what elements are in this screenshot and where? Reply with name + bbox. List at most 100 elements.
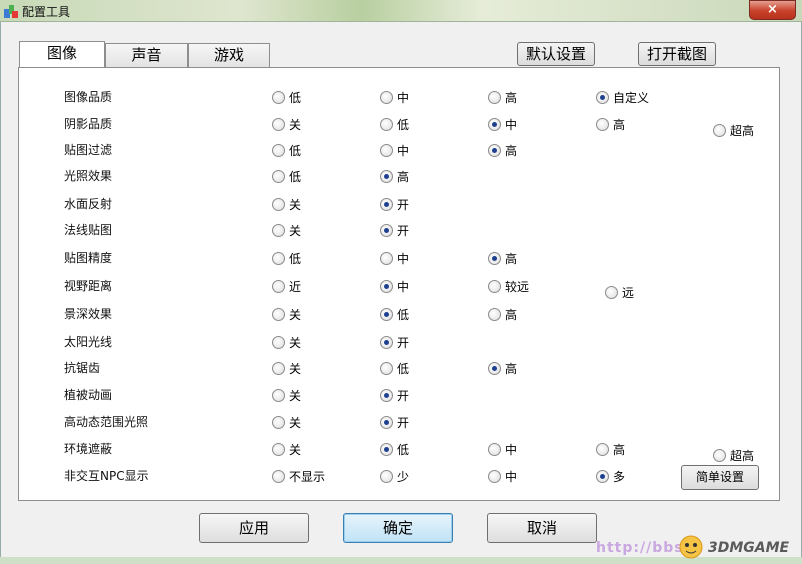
radio-option[interactable]: 高 <box>596 116 625 133</box>
radio-option[interactable]: 近 <box>272 278 301 295</box>
radio-checked-icon[interactable] <box>380 170 393 183</box>
radio-option[interactable]: 关 <box>272 414 301 431</box>
radio-option[interactable]: 中 <box>488 441 517 458</box>
tab-image[interactable]: 图像 <box>19 41 105 67</box>
radio-checked-icon[interactable] <box>380 224 393 237</box>
radio-option[interactable]: 自定义 <box>596 89 649 106</box>
radio-option[interactable]: 高 <box>488 89 517 106</box>
radio-option[interactable]: 关 <box>272 116 301 133</box>
open-screenshot-button[interactable]: 打开截图 <box>638 42 716 66</box>
radio-option[interactable]: 低 <box>272 250 301 267</box>
radio-checked-icon[interactable] <box>380 336 393 349</box>
radio-unchecked-icon[interactable] <box>272 416 285 429</box>
radio-option[interactable]: 低 <box>272 168 301 185</box>
radio-unchecked-icon[interactable] <box>272 170 285 183</box>
radio-option[interactable]: 中 <box>380 250 409 267</box>
radio-option[interactable]: 关 <box>272 360 301 377</box>
apply-button[interactable]: 应用 <box>199 513 309 543</box>
tab-game[interactable]: 游戏 <box>188 43 270 67</box>
radio-unchecked-icon[interactable] <box>380 118 393 131</box>
radio-option[interactable]: 开 <box>380 387 409 404</box>
radio-checked-icon[interactable] <box>380 280 393 293</box>
radio-option[interactable]: 中 <box>380 142 409 159</box>
radio-option[interactable]: 高 <box>488 306 517 323</box>
simple-settings-button[interactable]: 简单设置 <box>681 465 759 490</box>
radio-checked-icon[interactable] <box>596 91 609 104</box>
radio-option[interactable]: 中 <box>488 116 517 133</box>
radio-unchecked-icon[interactable] <box>488 470 501 483</box>
close-button[interactable]: × <box>749 0 796 20</box>
radio-option[interactable]: 开 <box>380 196 409 213</box>
radio-option[interactable]: 开 <box>380 334 409 351</box>
radio-option[interactable]: 不显示 <box>272 468 325 485</box>
radio-option[interactable]: 开 <box>380 414 409 431</box>
radio-option[interactable]: 低 <box>380 116 409 133</box>
radio-unchecked-icon[interactable] <box>713 124 726 137</box>
radio-option[interactable]: 高 <box>488 360 517 377</box>
radio-option[interactable]: 高 <box>380 168 409 185</box>
radio-unchecked-icon[interactable] <box>488 280 501 293</box>
radio-option[interactable]: 多 <box>596 468 625 485</box>
radio-option[interactable]: 关 <box>272 441 301 458</box>
radio-checked-icon[interactable] <box>380 198 393 211</box>
radio-option[interactable]: 中 <box>380 278 409 295</box>
radio-option[interactable]: 远 <box>605 284 634 301</box>
default-settings-button[interactable]: 默认设置 <box>517 42 595 66</box>
radio-option[interactable]: 超高 <box>713 447 754 464</box>
radio-unchecked-icon[interactable] <box>713 449 726 462</box>
radio-unchecked-icon[interactable] <box>272 308 285 321</box>
radio-unchecked-icon[interactable] <box>596 443 609 456</box>
radio-unchecked-icon[interactable] <box>380 252 393 265</box>
radio-checked-icon[interactable] <box>488 252 501 265</box>
radio-option[interactable]: 超高 <box>713 122 754 139</box>
radio-unchecked-icon[interactable] <box>488 443 501 456</box>
radio-option[interactable]: 低 <box>380 360 409 377</box>
radio-option[interactable]: 关 <box>272 334 301 351</box>
radio-checked-icon[interactable] <box>596 470 609 483</box>
radio-unchecked-icon[interactable] <box>272 91 285 104</box>
radio-unchecked-icon[interactable] <box>380 91 393 104</box>
radio-unchecked-icon[interactable] <box>488 308 501 321</box>
radio-unchecked-icon[interactable] <box>272 224 285 237</box>
radio-unchecked-icon[interactable] <box>380 144 393 157</box>
radio-option[interactable]: 低 <box>272 89 301 106</box>
radio-option[interactable]: 关 <box>272 196 301 213</box>
radio-checked-icon[interactable] <box>488 144 501 157</box>
radio-option[interactable]: 较远 <box>488 278 529 295</box>
radio-checked-icon[interactable] <box>488 362 501 375</box>
radio-unchecked-icon[interactable] <box>272 144 285 157</box>
radio-unchecked-icon[interactable] <box>272 336 285 349</box>
cancel-button[interactable]: 取消 <box>487 513 597 543</box>
radio-unchecked-icon[interactable] <box>605 286 618 299</box>
radio-unchecked-icon[interactable] <box>272 470 285 483</box>
radio-unchecked-icon[interactable] <box>272 198 285 211</box>
radio-option[interactable]: 低 <box>380 441 409 458</box>
radio-unchecked-icon[interactable] <box>272 389 285 402</box>
radio-option[interactable]: 低 <box>272 142 301 159</box>
radio-checked-icon[interactable] <box>380 443 393 456</box>
radio-option[interactable]: 高 <box>488 250 517 267</box>
radio-option[interactable]: 开 <box>380 222 409 239</box>
radio-unchecked-icon[interactable] <box>272 252 285 265</box>
radio-option[interactable]: 中 <box>488 468 517 485</box>
radio-unchecked-icon[interactable] <box>380 362 393 375</box>
radio-option[interactable]: 关 <box>272 222 301 239</box>
radio-checked-icon[interactable] <box>488 118 501 131</box>
radio-option[interactable]: 关 <box>272 306 301 323</box>
radio-option[interactable]: 高 <box>596 441 625 458</box>
radio-option[interactable]: 关 <box>272 387 301 404</box>
ok-button[interactable]: 确定 <box>343 513 453 543</box>
radio-option[interactable]: 高 <box>488 142 517 159</box>
radio-option[interactable]: 中 <box>380 89 409 106</box>
radio-unchecked-icon[interactable] <box>272 362 285 375</box>
radio-unchecked-icon[interactable] <box>488 91 501 104</box>
radio-checked-icon[interactable] <box>380 389 393 402</box>
radio-unchecked-icon[interactable] <box>272 443 285 456</box>
radio-option[interactable]: 少 <box>380 468 409 485</box>
radio-unchecked-icon[interactable] <box>380 470 393 483</box>
radio-unchecked-icon[interactable] <box>272 280 285 293</box>
radio-checked-icon[interactable] <box>380 308 393 321</box>
radio-unchecked-icon[interactable] <box>596 118 609 131</box>
radio-checked-icon[interactable] <box>380 416 393 429</box>
radio-option[interactable]: 低 <box>380 306 409 323</box>
